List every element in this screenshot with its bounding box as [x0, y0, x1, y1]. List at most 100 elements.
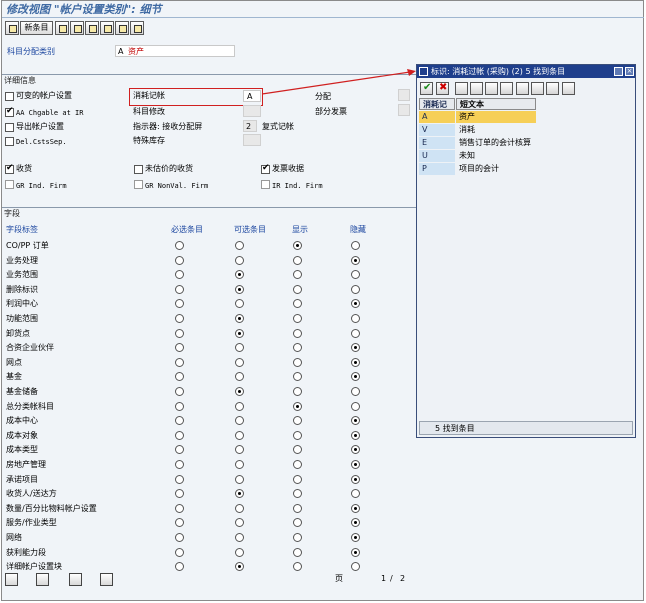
- hide-radio[interactable]: [351, 430, 360, 440]
- display-radio[interactable]: [293, 430, 302, 440]
- derive-account-checkbox[interactable]: [5, 123, 14, 132]
- required-radio[interactable]: [175, 241, 184, 250]
- delete-icon[interactable]: [70, 21, 84, 35]
- acct-modification-field[interactable]: [243, 105, 261, 117]
- required-radio[interactable]: [175, 460, 184, 469]
- gr-ind-firm-checkbox[interactable]: [5, 180, 14, 189]
- export-icon[interactable]: [546, 82, 559, 95]
- invoice-receipt-checkbox[interactable]: [261, 163, 270, 174]
- optional-radio[interactable]: [235, 547, 244, 557]
- optional-radio[interactable]: [235, 533, 244, 542]
- required-radio[interactable]: [175, 387, 184, 396]
- aa-chgable-checkbox[interactable]: [5, 106, 14, 117]
- sort-desc-icon[interactable]: [500, 82, 513, 95]
- display-radio[interactable]: [293, 474, 302, 484]
- first-page-icon[interactable]: [5, 573, 18, 586]
- gr-non-valuated-checkbox[interactable]: [134, 165, 143, 174]
- col-hide[interactable]: 隐藏: [350, 224, 366, 235]
- display-radio[interactable]: [293, 460, 302, 469]
- cancel-icon[interactable]: ✖: [436, 82, 449, 95]
- prev-page-icon[interactable]: [36, 573, 49, 586]
- display-radio[interactable]: [293, 328, 302, 338]
- display-radio[interactable]: [293, 241, 302, 250]
- popup-menu-icon[interactable]: [419, 67, 428, 76]
- hide-radio[interactable]: [351, 241, 360, 250]
- popup-maximize-icon[interactable]: [614, 67, 623, 76]
- required-radio[interactable]: [175, 328, 184, 338]
- undo-icon[interactable]: [85, 21, 99, 35]
- required-radio[interactable]: [175, 314, 184, 323]
- hide-radio[interactable]: [351, 503, 360, 513]
- popup-table-row[interactable]: A 资产: [419, 111, 537, 123]
- display-radio[interactable]: [293, 284, 302, 294]
- optional-radio[interactable]: [235, 460, 244, 469]
- hide-radio[interactable]: [351, 533, 360, 542]
- partial-invoice-field[interactable]: [398, 104, 410, 116]
- hide-radio[interactable]: [351, 474, 360, 484]
- display-radio[interactable]: [293, 314, 302, 323]
- col-optional[interactable]: 可选条目: [234, 224, 266, 235]
- display-radio[interactable]: [293, 255, 302, 265]
- popup-table-row[interactable]: P 项目的会计: [419, 163, 537, 175]
- optional-radio[interactable]: [235, 284, 244, 294]
- optional-radio[interactable]: [235, 328, 244, 338]
- required-radio[interactable]: [175, 547, 184, 557]
- col-display[interactable]: 显示: [292, 224, 308, 235]
- edit-toggle-icon[interactable]: [5, 21, 19, 35]
- required-radio[interactable]: [175, 255, 184, 265]
- hide-radio[interactable]: [351, 460, 360, 469]
- hide-radio[interactable]: [351, 401, 360, 411]
- goods-receipt-checkbox[interactable]: [5, 163, 14, 174]
- hide-radio[interactable]: [351, 547, 360, 557]
- optional-radio[interactable]: [235, 357, 244, 367]
- display-radio[interactable]: [293, 503, 302, 513]
- variable-account-checkbox[interactable]: [5, 92, 14, 101]
- popup-col-text[interactable]: 短文本: [456, 98, 536, 110]
- required-radio[interactable]: [175, 533, 184, 542]
- optional-radio[interactable]: [235, 241, 244, 250]
- required-radio[interactable]: [175, 474, 184, 484]
- required-radio[interactable]: [175, 503, 184, 513]
- optional-radio[interactable]: [235, 314, 244, 323]
- optional-radio[interactable]: [235, 503, 244, 513]
- deselect-icon[interactable]: [115, 21, 129, 35]
- hide-radio[interactable]: [351, 314, 360, 323]
- special-stock-field[interactable]: [243, 134, 261, 146]
- required-radio[interactable]: [175, 401, 184, 411]
- display-radio[interactable]: [293, 357, 302, 367]
- find-icon[interactable]: [455, 82, 468, 95]
- hide-radio[interactable]: [351, 284, 360, 294]
- popup-table-row[interactable]: V 消耗: [419, 124, 537, 136]
- ir-ind-firm-checkbox[interactable]: [261, 180, 270, 189]
- required-radio[interactable]: [175, 430, 184, 440]
- display-radio[interactable]: [293, 387, 302, 396]
- new-entry-button[interactable]: 新条目: [20, 21, 53, 35]
- find-next-icon[interactable]: [470, 82, 483, 95]
- sort-asc-icon[interactable]: [485, 82, 498, 95]
- settings-icon[interactable]: [562, 82, 575, 95]
- display-radio[interactable]: [293, 547, 302, 557]
- col-required[interactable]: 必选条目: [171, 224, 203, 235]
- last-page-icon[interactable]: [100, 573, 113, 586]
- hide-radio[interactable]: [351, 357, 360, 367]
- config-icon[interactable]: [130, 21, 144, 35]
- optional-radio[interactable]: [235, 401, 244, 411]
- del-csts-sep-checkbox[interactable]: [5, 137, 14, 146]
- display-radio[interactable]: [293, 401, 302, 411]
- gr-nonval-firm-checkbox[interactable]: [134, 180, 143, 189]
- hide-radio[interactable]: [351, 387, 360, 396]
- confirm-icon[interactable]: ✔: [420, 82, 433, 95]
- copy-icon[interactable]: [55, 21, 69, 35]
- hide-radio[interactable]: [351, 255, 360, 265]
- popup-table-row[interactable]: U 未知: [419, 150, 537, 162]
- optional-radio[interactable]: [235, 255, 244, 265]
- optional-radio[interactable]: [235, 474, 244, 484]
- hide-radio[interactable]: [351, 328, 360, 338]
- optional-radio[interactable]: [235, 387, 244, 396]
- popup-close-icon[interactable]: ×: [625, 67, 634, 76]
- required-radio[interactable]: [175, 284, 184, 294]
- optional-radio[interactable]: [235, 430, 244, 440]
- print-icon[interactable]: [531, 82, 544, 95]
- popup-table-row[interactable]: E 销售订单的会计核算: [419, 137, 537, 149]
- info-icon[interactable]: [516, 82, 529, 95]
